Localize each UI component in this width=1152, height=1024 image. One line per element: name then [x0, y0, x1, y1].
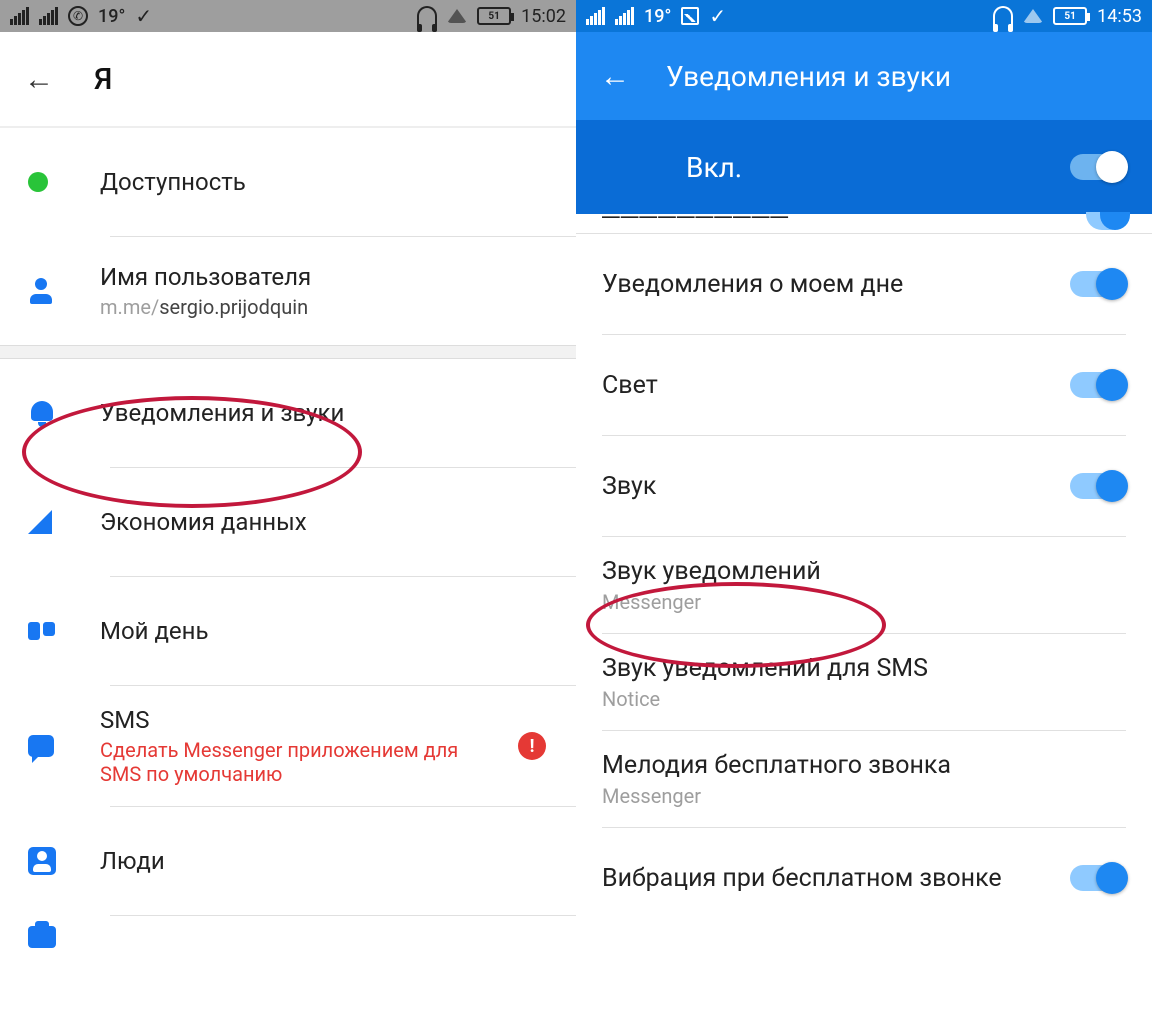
- row-label: Уведомления о моем дне: [602, 270, 903, 299]
- back-button[interactable]: ←: [24, 62, 54, 97]
- row-label: Экономия данных: [100, 508, 556, 536]
- presence-dot-icon: [28, 172, 48, 192]
- cut-off-row[interactable]: [0, 916, 576, 948]
- row-sublabel: Messenger: [602, 784, 951, 808]
- temperature: 19°: [98, 6, 125, 27]
- headphones-icon: [993, 6, 1013, 26]
- data-saver-row[interactable]: Экономия данных: [0, 468, 576, 576]
- alert-badge-icon: !: [518, 732, 546, 760]
- master-toggle-row[interactable]: Вкл.: [576, 120, 1152, 214]
- master-toggle-label: Вкл.: [686, 151, 742, 184]
- row-sublabel: Messenger: [602, 590, 821, 614]
- toggle-switch[interactable]: [1070, 865, 1126, 891]
- person-icon: [28, 278, 54, 304]
- vibration-row-cut[interactable]: ▄▄▄▄▄▄▄▄▄▄: [576, 214, 1152, 234]
- signal-icon: [10, 7, 29, 25]
- sms-row[interactable]: SMS Сделать Messenger приложением для SM…: [0, 686, 576, 806]
- page-title: Уведомления и звуки: [666, 60, 951, 93]
- row-label: SMS: [100, 706, 518, 734]
- row-label: Люди: [100, 847, 556, 875]
- battery-icon: 51: [477, 7, 511, 25]
- my-day-row[interactable]: Мой день: [0, 577, 576, 685]
- app-header: ← Уведомления и звуки: [576, 32, 1152, 120]
- light-row[interactable]: Свет: [576, 335, 1152, 435]
- people-icon: [28, 847, 56, 875]
- page-title: Я: [94, 62, 112, 97]
- toggle-switch[interactable]: [1070, 154, 1126, 180]
- row-label: Звук уведомлений: [602, 557, 821, 586]
- left-screenshot: ✆ 19° ✓ 51 15:02 ← Я Доступность: [0, 0, 576, 1024]
- viber-icon: ✆: [68, 6, 88, 26]
- bell-icon: [28, 399, 56, 427]
- picture-icon: [681, 7, 699, 25]
- back-button[interactable]: ←: [600, 59, 630, 94]
- row-label: Звук: [602, 472, 656, 501]
- wifi-icon: [447, 9, 467, 23]
- toggle-switch[interactable]: [1070, 372, 1126, 398]
- row-label: ▄▄▄▄▄▄▄▄▄▄: [602, 202, 789, 218]
- data-saver-icon: [28, 510, 52, 534]
- my-day-notifications-row[interactable]: Уведомления о моем дне: [576, 234, 1152, 334]
- notification-sound-row[interactable]: Звук уведомлений Messenger: [576, 537, 1152, 633]
- status-bar: ✆ 19° ✓ 51 15:02: [0, 0, 576, 32]
- app-header: ← Я: [0, 32, 576, 128]
- my-day-icon: [28, 622, 55, 640]
- toggle-switch[interactable]: [1070, 473, 1126, 499]
- clock: 15:02: [521, 6, 566, 27]
- toggle-switch[interactable]: [1070, 271, 1126, 297]
- row-label: Свет: [602, 371, 658, 400]
- temperature: 19°: [644, 6, 671, 27]
- signal-icon: [615, 7, 634, 25]
- sms-notification-sound-row[interactable]: Звук уведомлений для SMS Notice: [576, 634, 1152, 730]
- row-sublabel: Notice: [602, 687, 928, 711]
- row-label: Мой день: [100, 617, 556, 645]
- sound-row[interactable]: Звук: [576, 436, 1152, 536]
- notifications-sounds-row[interactable]: Уведомления и звуки: [0, 359, 576, 467]
- signal-icon: [586, 7, 605, 25]
- signal-icon: [39, 7, 58, 25]
- battery-icon: 51: [1053, 7, 1087, 25]
- people-row[interactable]: Люди: [0, 807, 576, 915]
- username-row[interactable]: Имя пользователя m.me/sergio.prijodquin: [0, 237, 576, 345]
- right-screenshot: 19° ✓ 51 14:53 ← Уведомления и звуки Вкл…: [576, 0, 1152, 1024]
- row-label: Звук уведомлений для SMS: [602, 654, 928, 683]
- check-icon: ✓: [135, 4, 152, 28]
- row-label: Доступность: [100, 168, 556, 196]
- row-sublabel: Сделать Messenger приложением для SMS по…: [100, 738, 460, 786]
- row-label: Имя пользователя: [100, 263, 556, 291]
- availability-row[interactable]: Доступность: [0, 128, 576, 236]
- free-call-melody-row[interactable]: Мелодия бесплатного звонка Messenger: [576, 731, 1152, 827]
- row-label: Уведомления и звуки: [100, 399, 556, 427]
- clock: 14:53: [1097, 6, 1142, 27]
- row-label: Мелодия бесплатного звонка: [602, 751, 951, 780]
- toggle-switch[interactable]: [1086, 212, 1126, 230]
- row-sublabel: m.me/sergio.prijodquin: [100, 295, 556, 319]
- chat-icon: [28, 735, 54, 757]
- wifi-icon: [1023, 9, 1043, 23]
- check-icon: ✓: [709, 4, 726, 28]
- camera-icon: [28, 926, 56, 948]
- free-call-vibration-row[interactable]: Вибрация при бесплатном звонке: [576, 828, 1152, 928]
- row-label: Вибрация при бесплатном звонке: [602, 864, 1002, 893]
- headphones-icon: [417, 6, 437, 26]
- status-bar: 19° ✓ 51 14:53: [576, 0, 1152, 32]
